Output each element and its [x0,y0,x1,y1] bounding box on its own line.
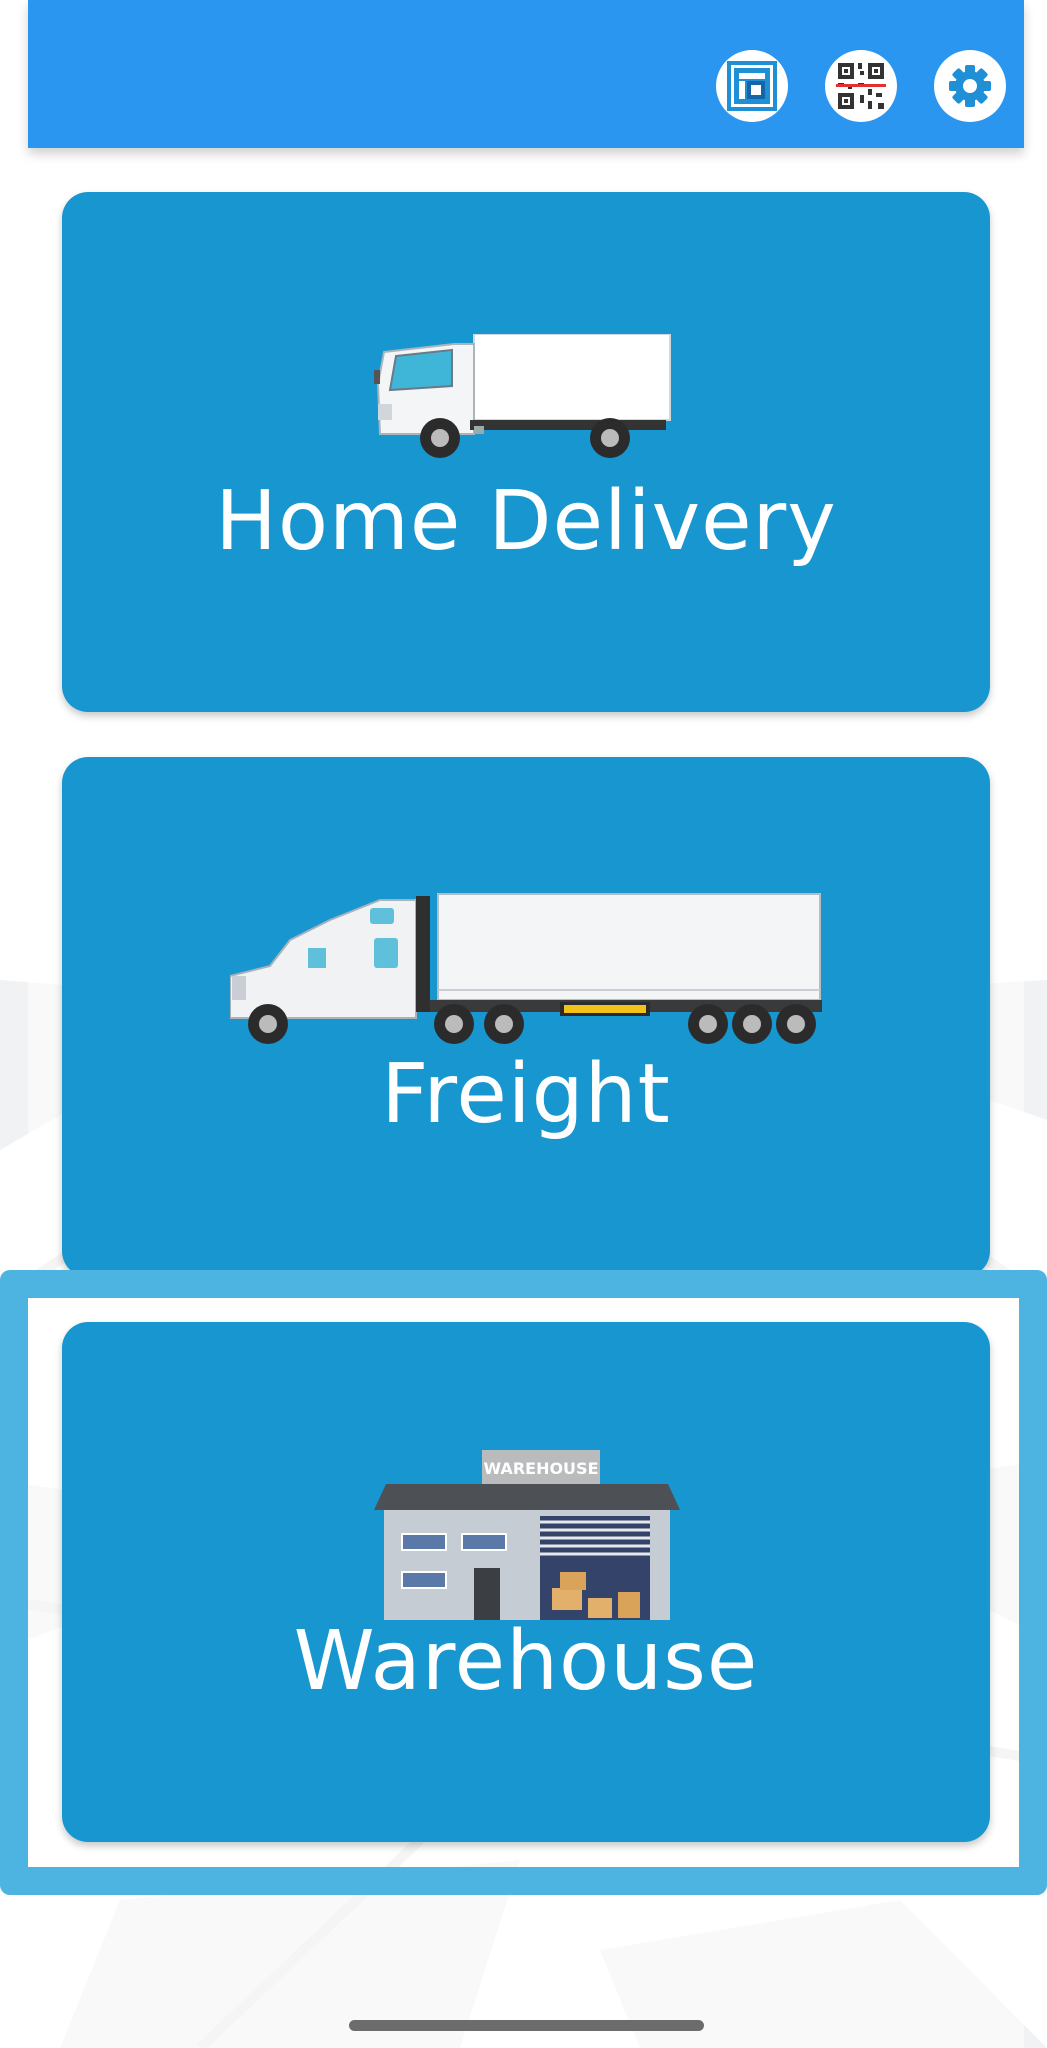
warehouse-card[interactable]: WAREHOUSE Warehouse [62,1322,990,1842]
card-label: Home Delivery [215,474,837,569]
layout-button[interactable] [716,50,788,122]
home-delivery-card[interactable]: Home Delivery [62,192,990,712]
box-truck-icon [374,334,671,458]
warehouse-sign-text: WAREHOUSE [484,1459,599,1478]
semi-truck-icon [230,893,822,1044]
warehouse-icon: WAREHOUSE [374,1450,680,1620]
freight-card[interactable]: Freight [62,757,990,1277]
qr-code-icon [834,59,888,113]
card-label: Freight [381,1047,671,1142]
gear-icon [947,63,993,109]
qr-scan-button[interactable] [825,50,897,122]
top-bar [28,0,1024,148]
layout-icon [725,59,779,113]
home-indicator[interactable] [349,2020,704,2031]
card-label: Warehouse [293,1614,759,1709]
settings-button[interactable] [934,50,1006,122]
